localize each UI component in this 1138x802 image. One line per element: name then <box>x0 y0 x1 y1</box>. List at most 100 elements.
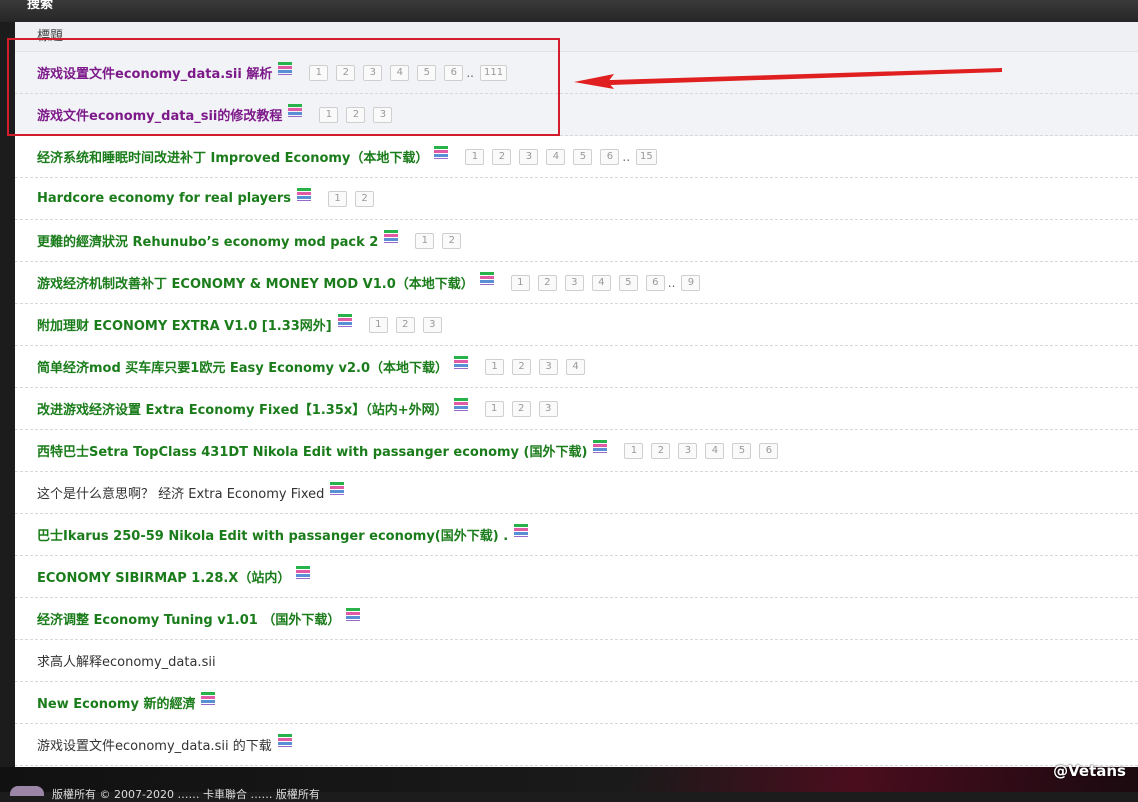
page-link[interactable]: 3 <box>539 358 559 375</box>
thread-row: 经济调整 Economy Tuning v1.01 （国外下载） <box>15 598 1138 640</box>
thread-title-link[interactable]: 改进游戏经济设置 Extra Economy Fixed【1.35x】（站内+外… <box>37 399 448 418</box>
page-link[interactable]: 4 <box>566 358 586 375</box>
thread-title-link[interactable]: 游戏文件economy_data_sii的修改教程 <box>37 105 282 124</box>
page-link[interactable]: 2 <box>346 106 366 123</box>
thread-row: 游戏文件economy_data_sii的修改教程 1 2 3 <box>15 94 1138 136</box>
page-link[interactable]: 2 <box>651 442 671 459</box>
page-link[interactable]: 2 <box>512 358 532 375</box>
attachment-stack-icon <box>296 566 311 579</box>
thread-row: 简单经济mod 买车库只要1欧元 Easy Economy v2.0（本地下载）… <box>15 346 1138 388</box>
page-link[interactable]: 3 <box>564 274 584 291</box>
page-link[interactable]: 1 <box>485 358 505 375</box>
thread-row: ECONOMY SIBIRMAP 1.28.X（站内） <box>15 556 1138 598</box>
attachment-stack-icon <box>454 356 469 369</box>
page-links: 12 <box>328 190 382 207</box>
attachment-stack-icon <box>278 62 293 75</box>
page-link[interactable]: 3 <box>519 148 539 165</box>
thread-title-link[interactable]: 巴士Ikarus 250-59 Nikola Edit with passang… <box>37 525 508 544</box>
page-link[interactable]: 5 <box>573 148 593 165</box>
thread-title-link[interactable]: 这个是什么意思啊？ 经济 Extra Economy Fixed <box>37 483 324 502</box>
page-link[interactable]: 3 <box>678 442 698 459</box>
attachment-stack-icon <box>346 608 361 621</box>
page-link[interactable]: 2 <box>395 316 415 333</box>
thread-title-link[interactable]: Hardcore economy for real players <box>37 191 291 206</box>
attachment-stack-icon <box>453 398 468 411</box>
thread-title-link[interactable]: New Economy 新的經濟 <box>37 693 195 712</box>
thread-row: 巴士Ikarus 250-59 Nikola Edit with passang… <box>15 514 1138 556</box>
page-link[interactable]: 2 <box>511 400 531 417</box>
page-link[interactable]: 3 <box>363 64 383 81</box>
thread-row: 经济系统和睡眠时间改进补丁 Improved Economy（本地下载） 1 2 3 4… <box>15 136 1138 178</box>
page-link[interactable]: 1 <box>465 148 485 165</box>
page-link[interactable]: 2 <box>355 190 375 207</box>
last-page-link[interactable]: 111 <box>479 64 508 81</box>
thread-title-link[interactable]: 西特巴士Setra TopClass 431DT Nikola Edit wit… <box>37 441 587 460</box>
page-link[interactable]: 1 <box>415 232 435 249</box>
page-ellipsis: .. <box>466 65 474 80</box>
page-links: 12 <box>415 232 469 249</box>
thread-title-link[interactable]: 经济调整 Economy Tuning v1.01 （国外下载） <box>37 609 340 628</box>
page-link[interactable]: 4 <box>546 148 566 165</box>
page-link[interactable]: 5 <box>618 274 638 291</box>
attachment-stack-icon <box>330 482 345 495</box>
thread-title-link[interactable]: 附加理财 ECONOMY EXTRA V1.0 [1.33网外] <box>37 315 332 334</box>
page-link[interactable]: 2 <box>537 274 557 291</box>
page-link[interactable]: 1 <box>328 190 348 207</box>
footer-logo-icon <box>10 786 44 796</box>
page-link[interactable]: 5 <box>732 442 752 459</box>
page-link[interactable]: 1 <box>319 106 339 123</box>
thread-title-link[interactable]: 求高人解释economy_data.sii <box>37 651 216 670</box>
page-link[interactable]: 2 <box>492 148 512 165</box>
red-arrow-annotation <box>574 68 1002 89</box>
page-link[interactable]: 4 <box>591 274 611 291</box>
page-link[interactable]: 6 <box>444 64 464 81</box>
column-header-title: 標題 <box>15 22 1138 52</box>
thread-row: 求高人解释economy_data.sii <box>15 640 1138 682</box>
thread-row: 更難的經濟狀況 Rehunubo’s economy mod pack 2 12 <box>15 220 1138 262</box>
page-links: 123 <box>484 400 566 417</box>
attachment-stack-icon <box>337 314 352 327</box>
page-link[interactable]: 3 <box>422 316 442 333</box>
thread-row: 西特巴士Setra TopClass 431DT Nikola Edit wit… <box>15 430 1138 472</box>
thread-title-link[interactable]: ECONOMY SIBIRMAP 1.28.X（站内） <box>37 567 290 586</box>
page-links: 123 <box>368 316 450 333</box>
page-link[interactable]: 1 <box>484 400 504 417</box>
thread-row: 游戏设置文件economy_data.sii 的下载 <box>15 724 1138 766</box>
attachment-stack-icon <box>479 272 494 285</box>
page-link[interactable]: 4 <box>705 442 725 459</box>
header-title: 搜索 <box>27 0 54 12</box>
last-page-link[interactable]: 15 <box>636 148 657 165</box>
thread-title-link[interactable]: 游戏设置文件economy_data.sii 解析 <box>37 63 272 82</box>
last-page-link[interactable]: 9 <box>681 274 701 291</box>
page-link[interactable]: 6 <box>600 148 620 165</box>
thread-title-link[interactable]: 游戏经济机制改善补丁 ECONOMY & MONEY MOD V1.0（本地下载… <box>37 273 474 292</box>
thread-row: 游戏经济机制改善补丁 ECONOMY & MONEY MOD V1.0（本地下载… <box>15 262 1138 304</box>
page-link[interactable]: 1 <box>309 64 329 81</box>
attachment-stack-icon <box>277 734 292 747</box>
page-link[interactable]: 2 <box>336 64 356 81</box>
attachment-stack-icon <box>297 188 312 201</box>
page-link[interactable]: 3 <box>538 400 558 417</box>
thread-title-link[interactable]: 游戏设置文件economy_data.sii 的下载 <box>37 735 272 754</box>
page-link[interactable]: 5 <box>417 64 437 81</box>
attachment-stack-icon <box>384 230 399 243</box>
search-results-panel: 標題 游戏设置文件economy_data.sii 解析 1 2 3 4 5 6.. 111 游… <box>15 22 1138 767</box>
page-link[interactable]: 1 <box>510 274 530 291</box>
thread-row: 改进游戏经济设置 Extra Economy Fixed【1.35x】（站内+外… <box>15 388 1138 430</box>
page-link[interactable]: 1 <box>624 442 644 459</box>
thread-title-link[interactable]: 经济系统和睡眠时间改进补丁 Improved Economy（本地下载） <box>37 147 428 166</box>
page-link[interactable]: 4 <box>390 64 410 81</box>
attachment-stack-icon <box>434 146 449 159</box>
page-link[interactable]: 3 <box>373 106 393 123</box>
page-link[interactable]: 1 <box>368 316 388 333</box>
page-link[interactable]: 6 <box>645 274 665 291</box>
page-links: 1 2 3 4 5 6.. 9 <box>510 274 709 291</box>
thread-row: New Economy 新的經濟 <box>15 682 1138 724</box>
page-link[interactable]: 2 <box>442 232 462 249</box>
thread-title-link[interactable]: 简单经济mod 买车库只要1欧元 Easy Economy v2.0（本地下载） <box>37 357 448 376</box>
footer-copyright: 版權所有 © 2007-2020 …… 卡車聯合 …… 版權所有 <box>52 788 320 801</box>
thread-title-link[interactable]: 更難的經濟狀況 Rehunubo’s economy mod pack 2 <box>37 231 378 250</box>
page-link[interactable]: 6 <box>759 442 779 459</box>
page-links: 1 2 3 4 5 6.. 15 <box>465 148 664 165</box>
page-links: 123456 <box>624 442 786 459</box>
